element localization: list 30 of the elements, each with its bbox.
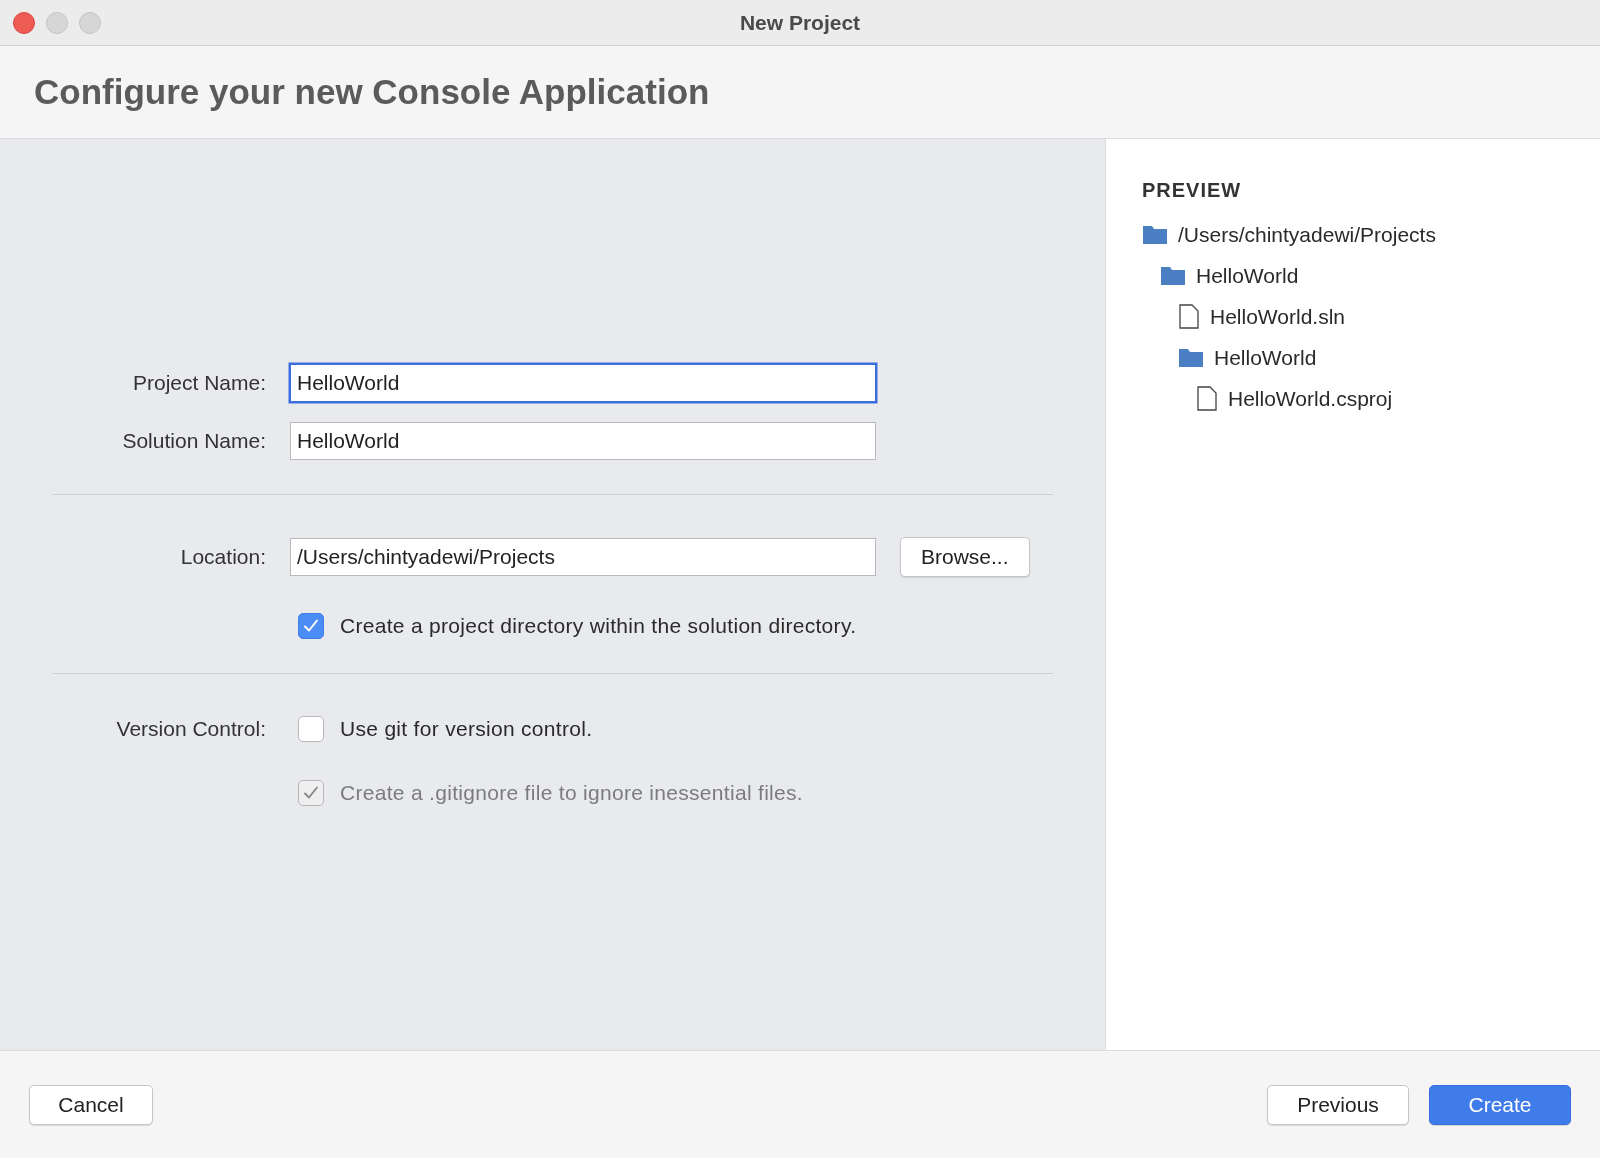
primary-button[interactable]: Create [1429, 1084, 1571, 1125]
window-title: New Project [739, 10, 861, 35]
tree-item[interactable]: HelloWorld [1214, 345, 1317, 370]
close-icon[interactable] [13, 11, 35, 34]
button[interactable]: Cancel [29, 1084, 153, 1125]
input-field[interactable]: HelloWorld [290, 422, 876, 460]
checkbox[interactable] [298, 716, 324, 742]
tree-item[interactable]: /Users/chintyadewi/Projects [1178, 222, 1436, 247]
preview-title: PREVIEW [1142, 179, 1243, 202]
tree-item[interactable]: HelloWorld.sln [1210, 304, 1345, 329]
input-field[interactable]: /Users/chintyadewi/Projects [290, 538, 876, 576]
document-icon [1178, 304, 1200, 329]
field-label: Version Control: [116, 717, 266, 740]
field-label: Project Name: [131, 371, 266, 395]
button[interactable]: Previous [1267, 1084, 1409, 1125]
checkbox[interactable] [298, 613, 324, 639]
input-field[interactable]: HelloWorld [290, 364, 876, 402]
checkbox-label: Create a .gitignore file to ignore inessential files. [340, 781, 803, 805]
folder-icon [1160, 265, 1186, 286]
browse-button[interactable]: Browse... [900, 537, 1030, 577]
document-icon [1196, 386, 1218, 411]
checkbox-label: Use git for version control. [340, 717, 593, 741]
tree-item[interactable]: HelloWorld [1196, 263, 1299, 288]
page-heading: Configure your new Console Application [34, 72, 710, 112]
field-label: Solution Name: [121, 429, 266, 453]
checkbox-label: Create a project directory within the solution directory. [340, 614, 857, 638]
field-label: Location: [179, 545, 266, 569]
folder-icon [1178, 347, 1204, 368]
folder-icon [1142, 224, 1168, 245]
tree-item[interactable]: HelloWorld.csproj [1228, 386, 1393, 411]
